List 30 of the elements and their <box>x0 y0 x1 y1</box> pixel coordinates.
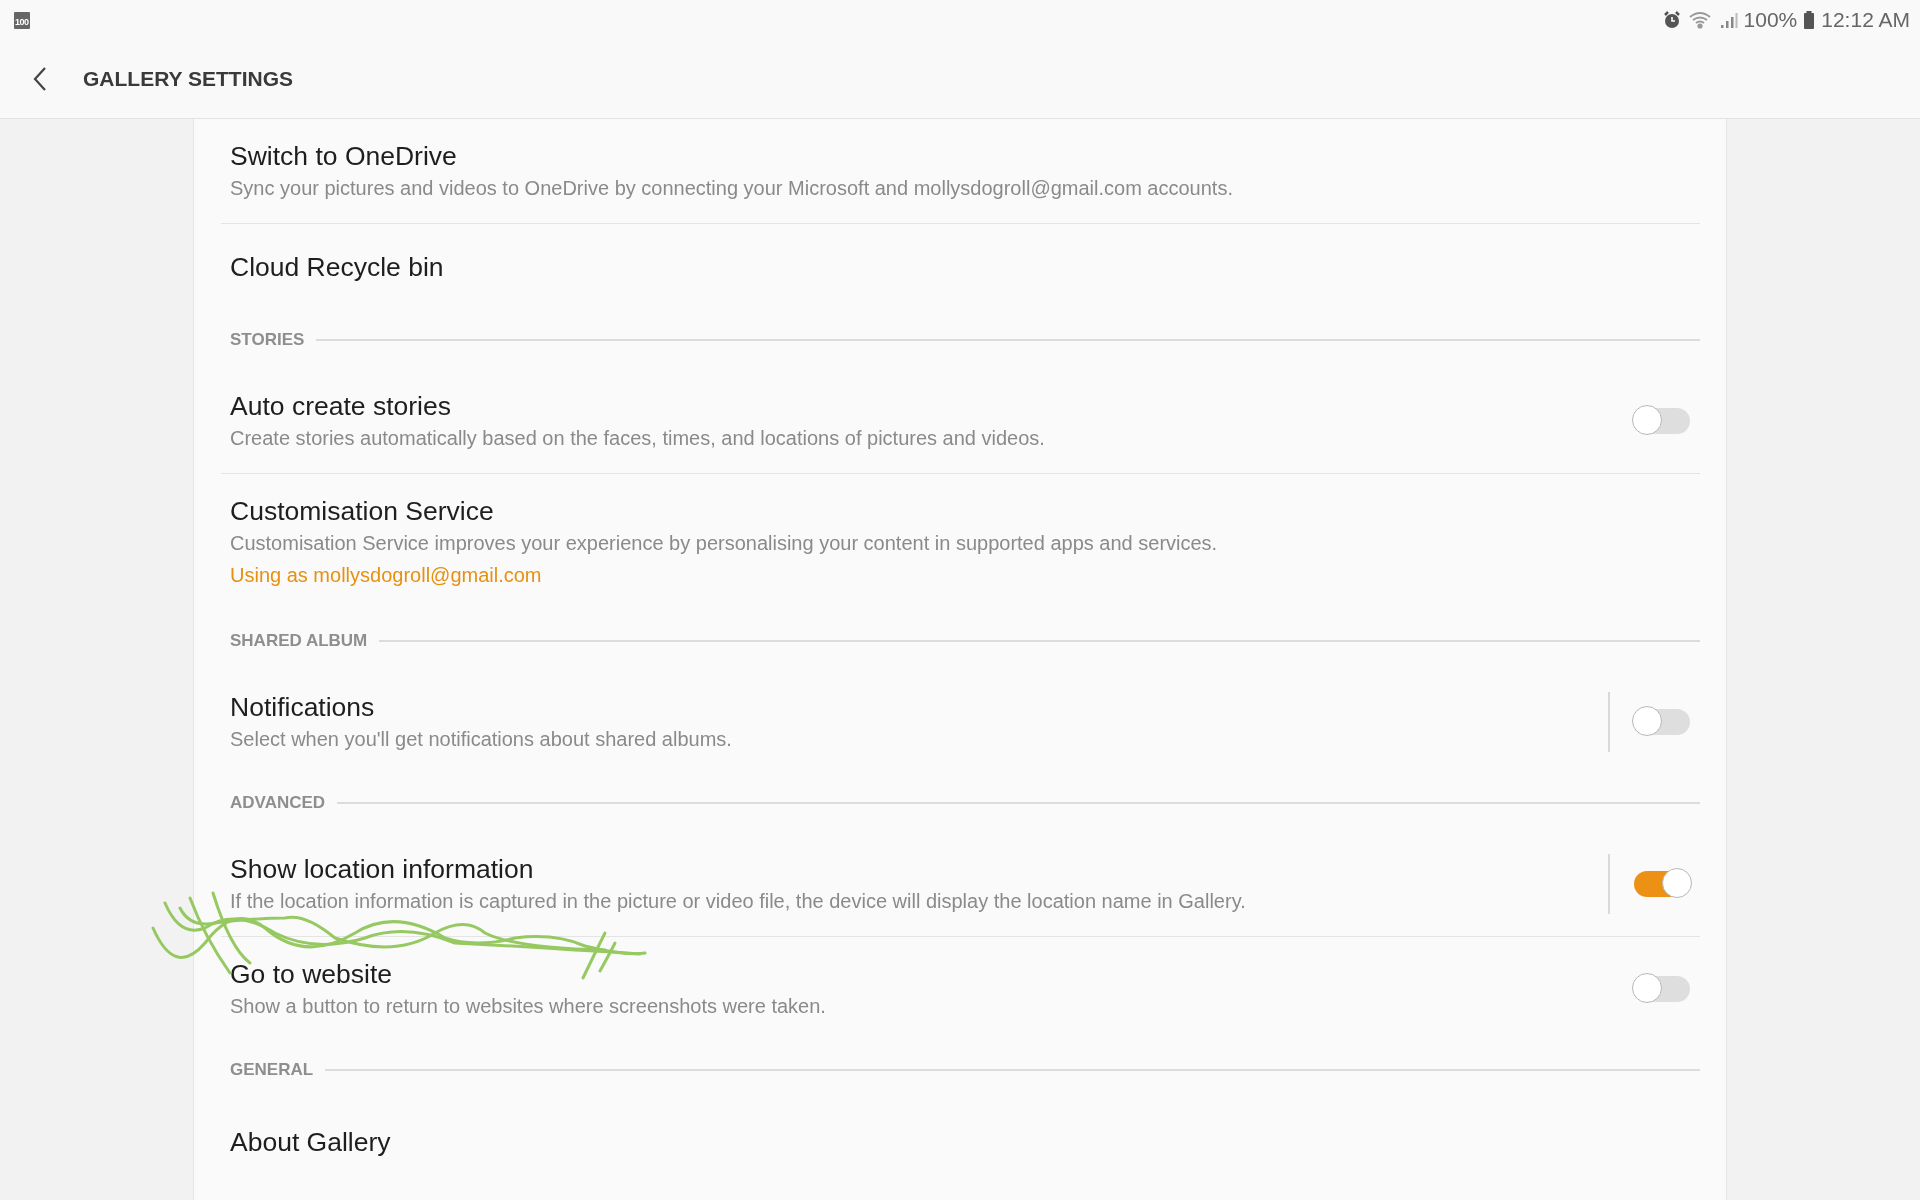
settings-item[interactable]: Switch to OneDrive Sync your pictures and videos to OneDrive by connecting your Microsoft and mollysdogroll@gmail.com accounts. <box>221 119 1700 223</box>
setting-title: Go to website <box>230 958 394 991</box>
settings-item[interactable]: Cloud Recycle bin <box>221 223 1700 311</box>
section-header: ADVANCED <box>230 793 326 813</box>
page-title: GALLERY SETTINGS <box>83 67 294 91</box>
section-header: GENERAL <box>230 1060 314 1080</box>
section-header: SHARED ALBUM <box>230 631 368 651</box>
setting-title: Switch to OneDrive <box>230 140 458 173</box>
settings-item[interactable]: About Gallery <box>221 1099 1700 1186</box>
settings-item[interactable]: Customisation Service Customisation Service improves your experience by personalising your content in supported apps and services. Using as mollysdogroll@gmail.com <box>221 473 1700 612</box>
setting-title: Notifications <box>230 691 376 724</box>
setting-description: Customisation Service improves your experience by personalising your content in supported apps and services. <box>230 531 1219 556</box>
setting-title: Customisation Service <box>230 495 495 528</box>
clock-time: 12:12 AM <box>1821 8 1910 32</box>
setting-description: Sync your pictures and videos to OneDrive by connecting your Microsoft and mollysdogroll@gmail.com accounts. <box>230 176 1234 201</box>
setting-title: Auto create stories <box>230 390 452 423</box>
setting-description: Show a button to return to websites where screenshots were taken. <box>230 994 827 1019</box>
setting-description: Select when you'll get notifications about shared albums. <box>230 727 733 752</box>
section-header: STORIES <box>230 330 305 350</box>
setting-title: Show location information <box>230 853 535 886</box>
setting-description: Create stories automatically based on the faces, times, and locations of pictures and videos. <box>230 426 1046 451</box>
battery-percent: 100% <box>1743 8 1798 32</box>
setting-title: Cloud Recycle bin <box>230 251 445 284</box>
setting-title: About Gallery <box>230 1126 392 1159</box>
setting-description: If the location information is captured in the picture or video file, the device will display the location name in Gallery. <box>230 889 1247 914</box>
battery-level-badge: 100 <box>14 11 30 29</box>
settings-item[interactable]: Show location information If the location information is captured in the picture or video file, the device will display the location name in Gallery. <box>221 832 1700 936</box>
settings-item[interactable]: Auto create stories Create stories automatically based on the faces, times, and locations of pictures and videos. <box>221 369 1700 473</box>
settings-item[interactable]: Go to website Show a button to return to websites where screenshots were taken. <box>221 936 1700 1041</box>
settings-item[interactable]: Notifications Select when you'll get notifications about shared albums. <box>221 670 1700 774</box>
